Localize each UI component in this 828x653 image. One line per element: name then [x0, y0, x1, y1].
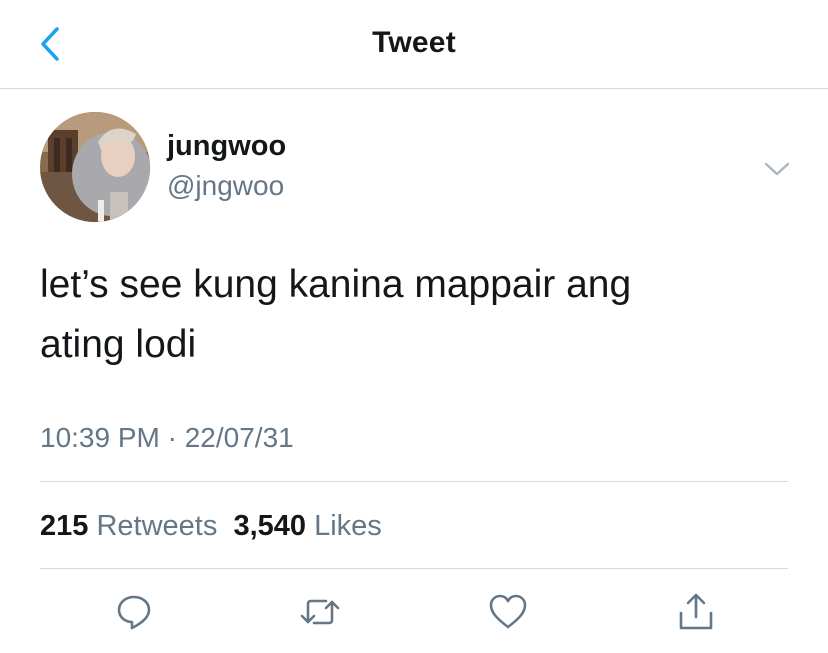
retweet-button[interactable]	[298, 590, 342, 634]
reply-icon	[117, 595, 151, 630]
likes-label: Likes	[314, 510, 382, 542]
share-button[interactable]	[674, 590, 718, 634]
top-nav-bar: Tweet	[0, 0, 828, 89]
reply-button[interactable]	[112, 590, 156, 634]
tweet-text-line: let’s see kung kanina mappair ang	[40, 263, 632, 306]
heart-icon	[489, 594, 527, 629]
retweet-icon	[300, 599, 340, 625]
retweets-stat[interactable]: 215 Retweets	[40, 510, 217, 542]
like-button[interactable]	[486, 590, 530, 634]
likes-count: 3,540	[233, 510, 307, 542]
divider	[40, 568, 788, 569]
chevron-down-icon	[764, 162, 790, 176]
divider	[40, 481, 788, 482]
engagement-stats: 215 Retweets 3,540 Likes	[40, 508, 382, 544]
page-title: Tweet	[372, 26, 456, 59]
tweet-text-line: ating lodi	[40, 323, 197, 366]
more-options-button[interactable]	[760, 152, 794, 186]
avatar[interactable]	[40, 112, 150, 222]
likes-stat[interactable]: 3,540 Likes	[233, 510, 381, 542]
share-icon	[679, 593, 713, 630]
tweet-timestamp: 10:39 PM · 22/07/31	[40, 422, 294, 453]
author-handle[interactable]: @jngwoo	[167, 169, 284, 203]
tweet-text: let’s see kung kanina mappair ang ating …	[40, 255, 800, 375]
profile-photo	[40, 112, 150, 222]
retweets-count: 215	[40, 510, 89, 542]
retweets-label: Retweets	[96, 510, 218, 542]
author-display-name[interactable]: jungwoo	[167, 129, 286, 163]
